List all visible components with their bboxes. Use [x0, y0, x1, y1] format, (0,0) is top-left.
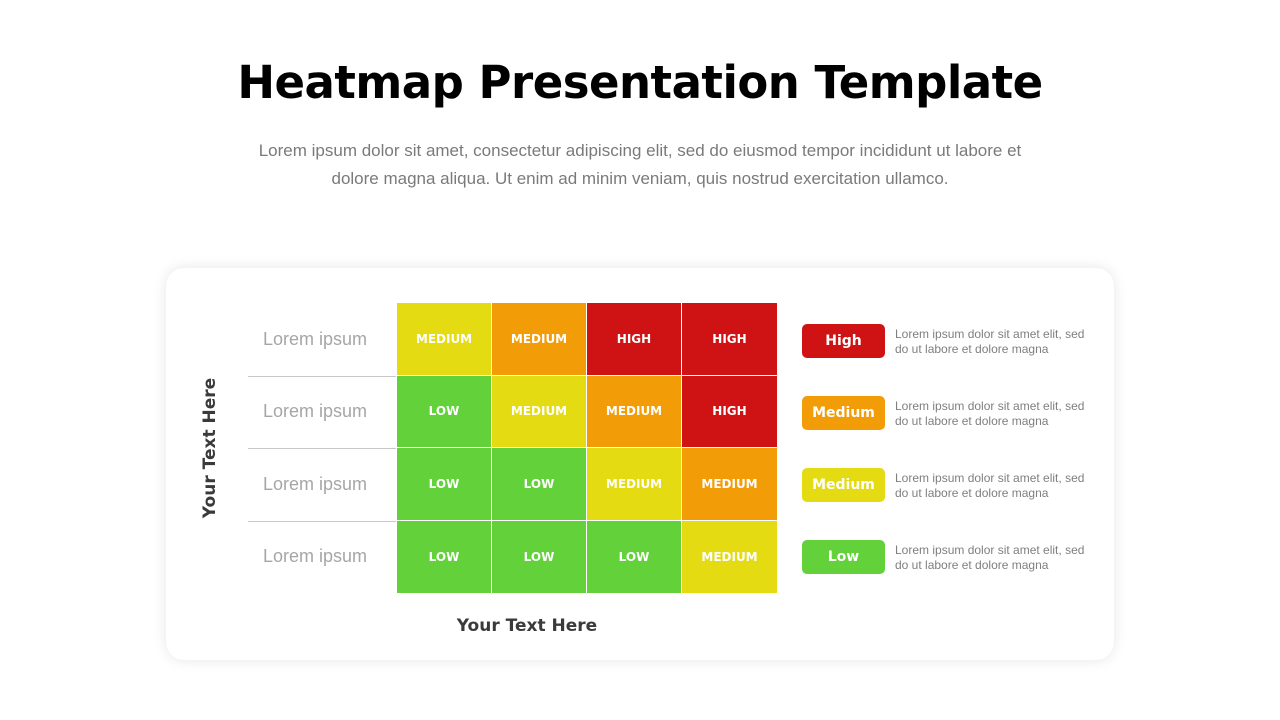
legend-description: Lorem ipsum dolor sit amet elit, sed do … [895, 399, 1085, 428]
page-subtitle: Lorem ipsum dolor sit amet, consectetur … [258, 141, 1022, 188]
legend-description: Lorem ipsum dolor sit amet elit, sed do … [895, 327, 1085, 356]
heatmap-cell: MEDIUM [682, 520, 777, 593]
row-label: Lorem ipsum [263, 473, 368, 494]
legend-item: High Lorem ipsum dolor sit amet elit, sed… [802, 324, 1102, 360]
legend-badge: Medium [802, 468, 885, 502]
heatmap-cell: MEDIUM [587, 375, 682, 448]
x-axis-label: Your Text Here [456, 616, 598, 636]
heatmap-cell: MEDIUM [682, 448, 777, 521]
heatmap-cell: MEDIUM [492, 303, 587, 376]
row-divider [248, 375, 396, 377]
heatmap-cell: LOW [492, 520, 587, 593]
legend-item: Low Lorem ipsum dolor sit amet elit, sed … [802, 540, 1102, 576]
legend-badge: Medium [802, 396, 885, 430]
row-label: Lorem ipsum [263, 401, 368, 421]
heatmap-cell: MEDIUM [587, 448, 682, 521]
row-divider [248, 448, 396, 449]
page-title: Heatmap Presentation Template [237, 56, 1043, 109]
row-divider [248, 520, 396, 522]
heatmap-cell: LOW [397, 520, 492, 593]
legend-description: Lorem ipsum dolor sit amet elit, sed do … [895, 543, 1085, 572]
legend-item: Medium Lorem ipsum dolor sit amet elit, s… [802, 468, 1102, 504]
heatmap-cell: LOW [587, 520, 682, 593]
row-label: Lorem ipsum [263, 546, 368, 566]
legend-badge: Low [802, 540, 885, 574]
heatmap-cell: LOW [397, 448, 492, 521]
y-axis-label: Your Text Here [200, 377, 220, 519]
heatmap-cell: HIGH [682, 303, 777, 376]
heatmap-cell: HIGH [682, 375, 777, 448]
heatmap-cell: LOW [492, 448, 587, 521]
row-label: Lorem ipsum [263, 328, 368, 349]
legend-badge: High [802, 324, 885, 358]
legend-description: Lorem ipsum dolor sit amet elit, sed do … [895, 471, 1085, 500]
heatmap-grid: MEDIUM MEDIUM HIGH HIGH LOW MEDIUM MEDIUM HIGH L… [397, 303, 777, 593]
heatmap-cell: LOW [397, 375, 492, 448]
heatmap-cell: MEDIUM [397, 303, 492, 376]
heatmap-cell: HIGH [587, 303, 682, 376]
heatmap-cell: MEDIUM [492, 375, 587, 448]
legend-item: Medium Lorem ipsum dolor sit amet elit, s… [802, 396, 1102, 432]
